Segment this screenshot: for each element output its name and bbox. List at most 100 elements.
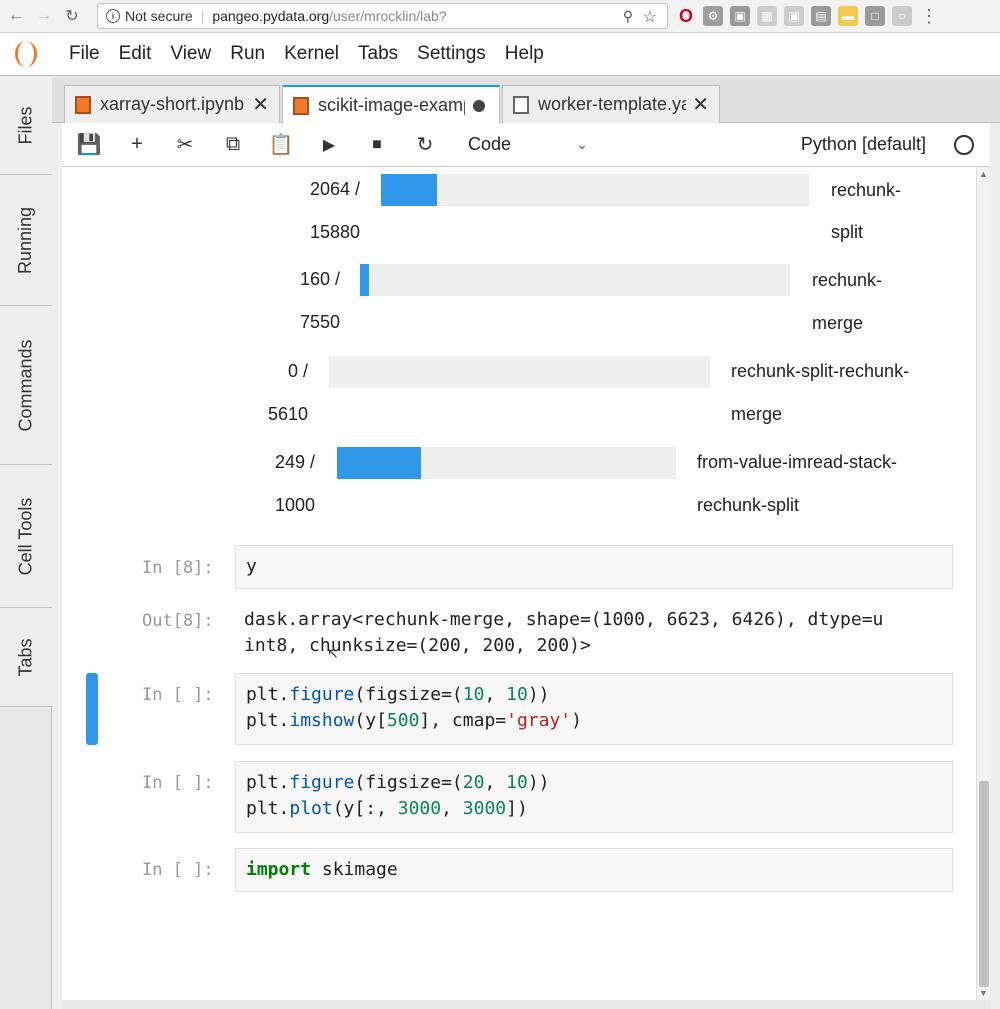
code-cell-input[interactable]: plt.figure(figsize=(10, 10)) plt.imshow(… [235,673,953,745]
cut-icon[interactable]: ✂ [166,130,204,160]
kernel-status-icon [954,135,974,155]
sidebar-tab-cell-tools[interactable]: Cell Tools [0,465,52,608]
paste-icon[interactable]: 📋 [262,130,300,160]
security-label: Not secure [125,8,193,24]
notebook-icon [75,95,91,114]
document-tabbar: xarray-short.ipynb ✕ scikit-image-exampl… [52,77,1000,124]
progress-fill [337,447,422,479]
back-icon[interactable]: ← [4,4,28,28]
menu-file[interactable]: File [69,43,100,65]
address-bar[interactable]: i Not secure | pangeo.pydata.org/user/mr… [97,3,668,29]
cell-prompt: In [ ]: [142,773,214,793]
progress-task-name: merge [731,404,783,424]
sidebar-tab-label: Tabs [15,637,36,677]
sidebar-tab-tabs[interactable]: Tabs [0,608,52,707]
tab-xarray-short[interactable]: xarray-short.ipynb ✕ [64,85,280,123]
progress-fill [360,264,370,296]
jupyter-logo-icon [0,33,52,76]
tab-worker-template[interactable]: worker-template.yaml ✕ [502,85,720,123]
progress-task-name: rechunk- [812,270,883,290]
progress-bar [381,174,809,206]
cell-prompt: In [ ]: [142,860,214,880]
copy-icon[interactable]: ⧉ [214,130,252,160]
unsaved-dot-icon[interactable] [473,99,485,112]
reload-icon[interactable]: ↻ [60,4,84,28]
tab-label: xarray-short.ipynb [100,94,245,114]
tab-label: worker-template.yaml [538,94,686,114]
left-sidebar: Files Running Commands Cell Tools Tabs [0,77,52,1009]
menu-help[interactable]: Help [505,43,544,65]
zoom-icon[interactable]: ⚲ [623,8,633,25]
progress-fill [381,174,437,206]
output-line: dask.array<rechunk-merge, shape=(1000, 6… [244,609,884,630]
url-host: pangeo.pydata.org [212,8,330,24]
add-cell-icon[interactable]: + [118,130,156,160]
progress-task-name: merge [812,313,864,333]
menu-view[interactable]: View [170,43,211,65]
cell-prompt: In [ ]: [142,685,214,705]
code-cell-input[interactable]: y [235,545,953,589]
kernel-name[interactable]: Python [default] [801,134,926,155]
scroll-down-icon[interactable]: ▼ [979,988,988,998]
progress-done: 160 / [299,269,340,289]
extension-icon[interactable]: □ [865,6,885,26]
file-icon [513,95,529,114]
tab-scikit-image-example[interactable]: scikit-image-example.ipynb [282,85,500,124]
sidebar-tab-label: Running [15,206,36,274]
progress-total: 7550 [299,312,340,332]
extension-icon[interactable]: ○ [892,6,912,26]
menu-settings[interactable]: Settings [417,43,486,65]
code-cell-input[interactable]: import skimage [235,848,953,892]
progress-done: 2064 / [309,179,360,199]
cell-prompt: In [8]: [142,558,214,578]
stop-icon[interactable]: ■ [358,130,396,160]
opera-icon[interactable]: O [676,6,696,26]
progress-total: 5610 [267,404,308,424]
menu-tabs[interactable]: Tabs [358,43,398,65]
menu-icon[interactable]: ⋮ [919,6,939,26]
tab-label: scikit-image-example.ipynb [318,95,465,115]
forward-icon[interactable]: → [32,4,56,28]
menu-run[interactable]: Run [230,43,265,65]
extension-icon[interactable]: ▦ [757,6,777,26]
browser-toolbar: ← → ↻ i Not secure | pangeo.pydata.org/u… [0,0,1000,33]
scroll-up-icon[interactable]: ▲ [979,169,988,179]
restart-icon[interactable]: ↻ [406,130,444,160]
close-icon[interactable]: ✕ [692,92,709,117]
extension-icon[interactable]: ⚙ [703,6,723,26]
notebook-panel[interactable]: 2064 / 15880 rechunk- split 160 / 7550 r… [62,167,976,1000]
notebook-scrollbar[interactable]: ▲ ▼ [976,167,990,1000]
sidebar-tab-running[interactable]: Running [0,175,52,306]
extension-icon[interactable]: ▬ [838,6,858,26]
run-icon[interactable]: ▶ [310,130,348,160]
screen: ← → ↻ i Not secure | pangeo.pydata.org/u… [0,0,1000,1009]
menu-edit[interactable]: Edit [119,43,152,65]
sidebar-tab-files[interactable]: Files [0,77,52,175]
progress-bar [329,356,710,388]
chevron-down-icon: ⌄ [576,136,588,152]
mouse-cursor-icon: ↖ [327,645,339,661]
output-line: int8, chunksize=(200, 200, 200)> [244,635,591,656]
sidebar-tab-label: Files [15,106,36,145]
progress-done: 0 / [287,361,308,381]
close-icon[interactable]: ✕ [252,92,269,117]
code-cell-input[interactable]: plt.figure(figsize=(20, 10)) plt.plot(y[… [235,761,953,833]
extension-icon[interactable]: ▣ [730,6,750,26]
progress-task-name: rechunk-split [697,495,800,515]
progress-task-name: split [831,222,864,242]
menu-kernel[interactable]: Kernel [284,43,339,65]
active-cell-marker [86,673,98,745]
cell-type-select[interactable]: Code ⌄ [468,134,588,155]
progress-task-name: rechunk- [831,180,902,200]
scrollbar-thumb[interactable] [979,781,989,987]
progress-total: 15880 [309,222,360,242]
sidebar-tab-commands[interactable]: Commands [0,306,52,465]
extension-icon[interactable]: ▤ [811,6,831,26]
save-icon[interactable]: 💾 [70,130,108,160]
extension-icon[interactable]: ▣ [784,6,804,26]
info-icon[interactable]: i [106,9,120,23]
extension-icons: O ⚙ ▣ ▦ ▣ ▤ ▬ □ ○ ⋮ [676,6,939,26]
sidebar-tab-label: Cell Tools [15,497,36,575]
progress-done: 249 / [274,452,315,472]
star-icon[interactable]: ☆ [643,7,657,27]
